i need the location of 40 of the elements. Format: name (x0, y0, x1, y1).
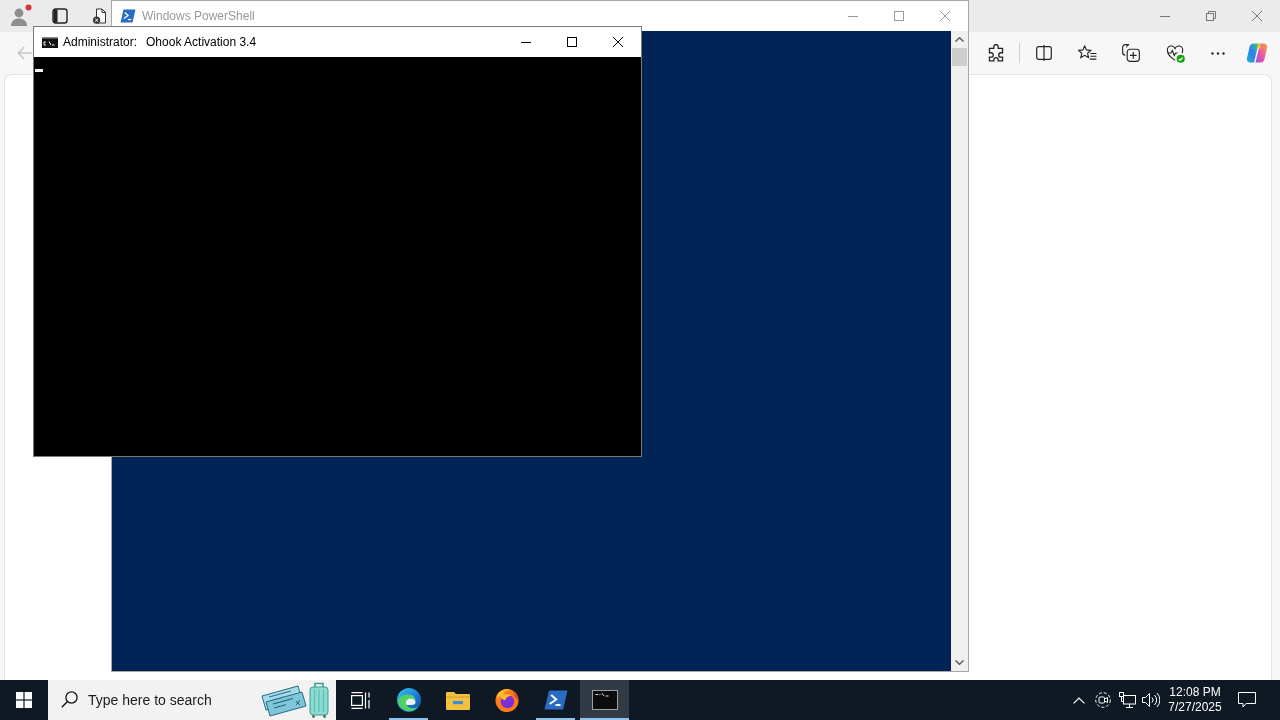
restore-icon[interactable] (1206, 11, 1216, 21)
scroll-down-icon[interactable] (955, 660, 964, 665)
document-icon[interactable] (92, 8, 108, 24)
split-screen-icon[interactable] (1036, 45, 1052, 61)
collections-icon[interactable] (1122, 44, 1140, 62)
prompt-icon (543, 690, 568, 710)
heart-pulse-icon[interactable] (1166, 43, 1185, 63)
console-icon (42, 36, 58, 48)
close-icon[interactable] (613, 37, 623, 47)
windows-logo-icon[interactable] (16, 692, 32, 708)
folder-icon (445, 690, 470, 710)
profile-icon[interactable] (8, 4, 32, 28)
task-view-icon[interactable] (350, 691, 370, 709)
speaker-volume-icon[interactable] (1142, 692, 1160, 708)
search-icon (61, 691, 78, 708)
ribbon-logo-icon[interactable] (1246, 43, 1268, 63)
fox-logo-icon (494, 688, 519, 712)
favorites-star-icon[interactable] (1078, 45, 1097, 61)
puzzle-icon[interactable] (988, 44, 1004, 62)
clock-time: 12:08 PM (1169, 685, 1221, 700)
chevron-up-icon[interactable] (1073, 696, 1085, 704)
camera-circle-icon[interactable] (1095, 692, 1111, 708)
console-icon (591, 690, 618, 710)
window-title-prefix: Administrator: (63, 35, 138, 49)
more-options-icon[interactable] (1211, 51, 1225, 55)
tickets-and-suitcase-icon (260, 682, 330, 718)
prompt-icon (120, 9, 136, 23)
swirl-logo-icon (396, 688, 421, 712)
text-cursor-icon (35, 69, 43, 72)
tab-actions-icon[interactable] (52, 8, 68, 24)
window-title: Windows PowerShell (142, 9, 255, 23)
network-monitor-icon[interactable] (1118, 692, 1136, 708)
maximize-icon[interactable] (567, 37, 577, 47)
taskbar-button[interactable] (580, 680, 629, 720)
clock-date: 7/27/2025 (1168, 700, 1222, 715)
window-title: Ohook Activation 3.4 (146, 35, 257, 49)
scroll-up-icon[interactable] (955, 37, 964, 42)
scrollbar-thumb[interactable] (952, 48, 967, 66)
notification-bubble-icon[interactable] (1238, 692, 1256, 708)
minimize-icon[interactable] (521, 41, 531, 43)
